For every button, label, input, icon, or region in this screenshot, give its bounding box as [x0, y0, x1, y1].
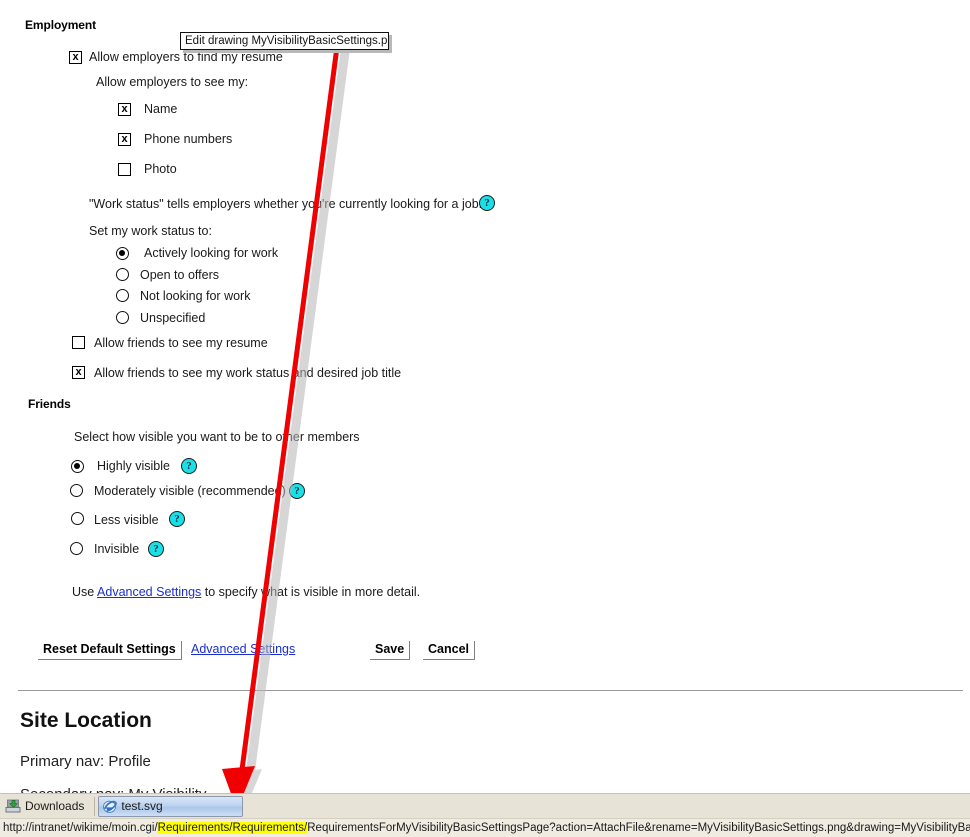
checkbox-friends-see-work-status[interactable]: x	[72, 366, 85, 379]
help-icon-less-visible[interactable]: ?	[169, 511, 185, 527]
label-less-visible: Less visible	[94, 513, 159, 527]
radio-invisible[interactable]	[70, 542, 83, 555]
help-icon-invisible[interactable]: ?	[148, 541, 164, 557]
label-see-phone-numbers: Phone numbers	[144, 132, 233, 146]
advanced-settings-button[interactable]: Advanced Settings	[186, 641, 300, 659]
checkbox-see-name[interactable]: x	[118, 103, 131, 116]
taskbar-separator	[94, 796, 96, 816]
help-icon-highly-visible[interactable]: ?	[181, 458, 197, 474]
advanced-settings-inline-link[interactable]: Advanced Settings	[97, 585, 201, 599]
help-icon-moderately-visible[interactable]: ?	[289, 483, 305, 499]
section-divider	[18, 690, 963, 691]
settings-page: Employment x Allow employers to find my …	[0, 0, 970, 803]
label-open-to-offers: Open to offers	[140, 268, 219, 282]
label-moderately-visible: Moderately visible (recommended)	[94, 484, 286, 498]
radio-less-visible[interactable]	[71, 512, 84, 525]
label-allow-employers-see-my: Allow employers to see my:	[96, 75, 249, 89]
save-button[interactable]: Save	[370, 641, 411, 660]
employment-section-title: Employment	[25, 18, 97, 32]
primary-nav-text: Primary nav: Profile	[20, 753, 151, 770]
label-not-looking: Not looking for work	[140, 289, 251, 303]
radio-moderately-visible[interactable]	[70, 484, 83, 497]
friends-section-title: Friends	[28, 397, 71, 411]
taskbar-window-label: test.svg	[121, 799, 163, 813]
advanced-settings-sentence: Use Advanced Settings to specify what is…	[72, 585, 420, 599]
radio-actively-looking[interactable]	[116, 247, 129, 260]
checkbox-see-phone-numbers[interactable]: x	[118, 133, 131, 146]
downloads-label: Downloads	[25, 799, 85, 813]
friends-visibility-prompt: Select how visible you want to be to oth…	[74, 430, 360, 444]
taskbar-item-test-svg[interactable]: test.svg	[98, 795, 244, 817]
label-set-work-status: Set my work status to:	[89, 224, 212, 238]
status-url-prefix: http://intranet/wikime/moin.cgi/	[3, 822, 158, 834]
reset-default-settings-button[interactable]: Reset Default Settings	[38, 641, 182, 660]
checkbox-see-photo[interactable]	[118, 163, 131, 176]
checkbox-friends-see-resume[interactable]	[72, 336, 85, 349]
label-see-name: Name	[144, 102, 178, 116]
status-url-highlight: Requirements/Requirements/	[157, 822, 308, 834]
taskbar-item-downloads[interactable]: Downloads	[2, 796, 91, 817]
radio-highly-visible[interactable]	[71, 460, 84, 473]
tooltip-container: Edit drawing MyVisibilityBasicSettings.p…	[180, 32, 392, 53]
radio-unspecified[interactable]	[116, 311, 129, 324]
checkbox-allow-employers-find-resume[interactable]: x	[69, 51, 82, 64]
cancel-button[interactable]: Cancel	[423, 641, 475, 660]
label-actively-looking: Actively looking for work	[144, 246, 279, 260]
help-icon-work-status[interactable]: ?	[479, 195, 495, 211]
work-status-note: "Work status" tells employers whether yo…	[89, 197, 483, 211]
status-url-suffix: RequirementsForMyVisibilityBasicSettings…	[307, 822, 970, 834]
radio-open-to-offers[interactable]	[116, 268, 129, 281]
advanced-prefix-text: Use	[72, 585, 95, 599]
tooltip-text: Edit drawing MyVisibilityBasicSettings.p…	[180, 32, 389, 50]
windows-taskbar: Downloads test.svg	[0, 793, 970, 818]
site-location-heading: Site Location	[20, 709, 152, 732]
label-friends-see-resume: Allow friends to see my resume	[94, 336, 268, 350]
internet-explorer-icon	[102, 799, 118, 814]
radio-not-looking[interactable]	[116, 289, 129, 302]
advanced-suffix-text: to specify what is visible in more detai…	[204, 585, 421, 599]
downloads-icon	[5, 799, 21, 813]
label-see-photo: Photo	[144, 162, 177, 176]
label-unspecified: Unspecified	[140, 311, 206, 325]
label-invisible: Invisible	[94, 542, 140, 556]
label-highly-visible: Highly visible	[97, 459, 170, 473]
browser-status-bar: http://intranet/wikime/moin.cgi/Requirem…	[0, 818, 970, 837]
screenshot-root: Employment x Allow employers to find my …	[0, 0, 970, 837]
label-friends-see-work-status: Allow friends to see my work status and …	[94, 366, 402, 380]
